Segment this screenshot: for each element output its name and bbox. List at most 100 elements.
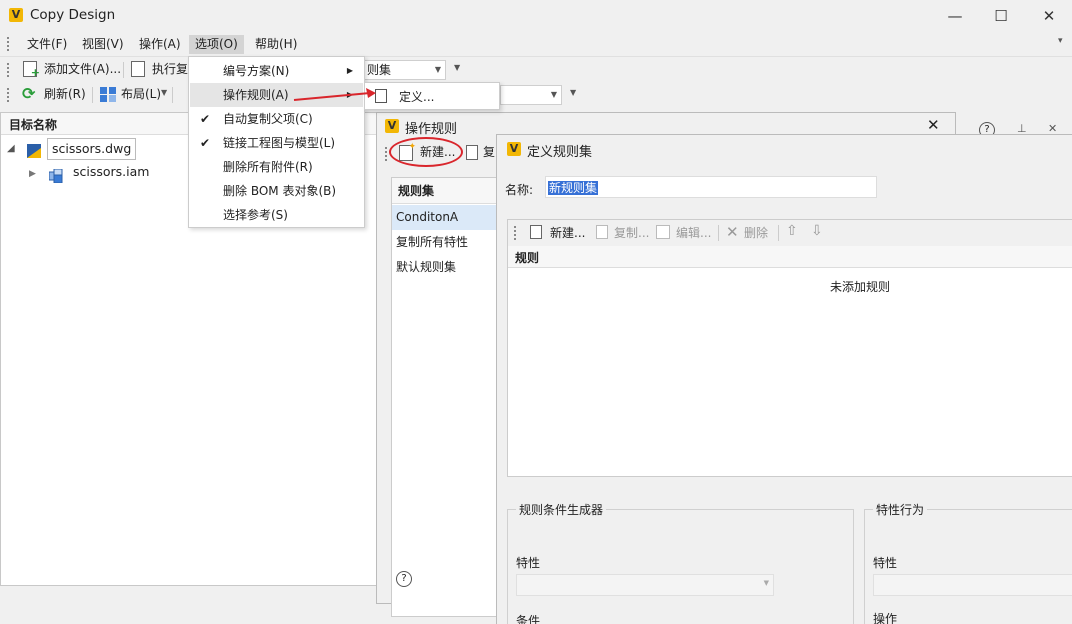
separator (92, 87, 93, 103)
list-item[interactable]: ConditonA (392, 205, 498, 230)
tree-item-label: scissors.iam (73, 164, 150, 179)
app-logo-icon: V (385, 119, 399, 133)
chevron-down-icon: ▼ (763, 579, 769, 587)
help-icon[interactable]: ? (396, 571, 412, 587)
copy-ruleset-button[interactable]: 复 (483, 141, 495, 163)
app-logo-icon: V (507, 142, 521, 156)
drawing-file-icon (27, 142, 41, 158)
menu-item-label: 编号方案(N) (223, 64, 290, 78)
overflow-chevron-icon[interactable]: ▾ (1058, 36, 1063, 46)
menu-item-remove-bom[interactable]: 删除 BOM 表对象(B) (190, 179, 363, 203)
property-select[interactable] (873, 574, 1072, 596)
overflow-chevron-icon[interactable]: ▼ (454, 63, 460, 72)
checkmark-icon: ✔ (200, 112, 211, 126)
checkmark-icon: ✔ (200, 136, 211, 150)
menu-item-define[interactable]: 定义... (399, 88, 434, 105)
property-label: 特性 (516, 556, 541, 570)
menu-item-label: 删除所有附件(R) (223, 160, 313, 174)
menu-file[interactable]: 文件(F) (21, 35, 73, 54)
edit-icon (656, 225, 670, 239)
list-item[interactable]: 默认规则集 (392, 255, 498, 280)
menu-item-auto-copy-parent[interactable]: ✔ 自动复制父项(C) (190, 107, 363, 131)
copy-icon (466, 145, 478, 160)
grip-handle[interactable] (7, 63, 10, 77)
menu-item-remove-attachments[interactable]: 删除所有附件(R) (190, 155, 363, 179)
property-select[interactable]: ▼ (516, 574, 774, 596)
dialog-close-button[interactable]: ✕ (927, 116, 940, 134)
condition-label: 条件 (516, 614, 541, 624)
list-header: 规则集 (392, 178, 498, 204)
menu-item-label: 操作规则(A) (223, 88, 289, 102)
group-title: 规则条件生成器 (516, 501, 607, 518)
menu-view[interactable]: 视图(V) (76, 35, 130, 54)
rules-header: 规则 (508, 246, 1072, 268)
property-behavior-group: 特性行为 特性 操作 (864, 501, 1072, 624)
annotation-circle (389, 137, 463, 167)
menu-item-numbering[interactable]: 编号方案(N) ▶ (190, 59, 363, 83)
menu-item-select-reference[interactable]: 选择参考(S) (190, 203, 363, 227)
add-file-icon: + (23, 61, 40, 79)
title-bar: V Copy Design — ☐ ✕ (0, 0, 1072, 32)
chevron-down-icon: ▼ (550, 90, 557, 99)
new-rule-icon (530, 225, 542, 239)
app-logo-icon: V (9, 8, 23, 22)
copy-rule-button[interactable]: 复制... (614, 222, 649, 244)
options-dropdown: 编号方案(N) ▶ 操作规则(A) ▶ ✔ 自动复制父项(C) ✔ 链接工程图与… (188, 56, 365, 228)
submenu-arrow-icon: ▶ (346, 66, 353, 75)
name-label: 名称: (505, 183, 534, 197)
action-label: 操作 (873, 612, 898, 624)
overflow-chevron-icon[interactable]: ▼ (570, 88, 576, 97)
move-down-icon[interactable]: ⇩ (811, 223, 823, 239)
menu-item-link-drawing[interactable]: ✔ 链接工程图与模型(L) (190, 131, 363, 155)
grip-handle[interactable] (514, 226, 517, 240)
name-input[interactable]: 新规则集 (545, 176, 877, 198)
minimize-button[interactable]: — (945, 6, 965, 26)
property-label: 特性 (873, 556, 898, 570)
grip-handle[interactable] (7, 37, 10, 51)
dialog-title: 定义规则集 (527, 145, 593, 160)
grip-handle[interactable] (7, 88, 10, 102)
delete-icon: ✕ (726, 223, 739, 241)
secondary-combo[interactable]: ▼ (500, 85, 562, 105)
assembly-file-icon (48, 167, 63, 184)
add-files-button[interactable]: 添加文件(A)... (44, 58, 121, 80)
annotation-arrow (293, 88, 376, 101)
refresh-button[interactable]: 刷新(R) (44, 83, 86, 105)
empty-rules-text: 未添加规则 (829, 280, 890, 294)
delete-rule-button[interactable]: 删除 (744, 222, 768, 244)
maximize-button[interactable]: ☐ (991, 6, 1011, 26)
operation-rules-submenu: 定义... (364, 82, 500, 110)
refresh-icon: ⟳ (22, 84, 36, 103)
layout-button[interactable]: 布局(L) (121, 83, 161, 105)
chevron-down-icon[interactable]: ▼ (161, 88, 167, 97)
execute-copy-icon (131, 61, 145, 77)
grip-handle[interactable] (385, 147, 388, 161)
copy-icon (596, 225, 608, 239)
move-up-icon[interactable]: ⇧ (786, 223, 798, 239)
menu-item-label: 选择参考(S) (223, 208, 288, 222)
separator (778, 225, 779, 241)
separator (172, 87, 173, 103)
define-ruleset-dialog: V 定义规则集 名称: 新规则集 新建... 复制... 编辑... ✕ 删除 … (496, 134, 1072, 624)
menu-bar: 文件(F) 视图(V) 操作(A) 选项(O) 帮助(H) ▾ (0, 32, 1072, 56)
menu-actions[interactable]: 操作(A) (133, 35, 187, 54)
window-title: Copy Design (30, 7, 116, 23)
rules-toolbar: 新建... 复制... 编辑... ✕ 删除 ⇧ ⇩ (508, 220, 1072, 246)
menu-help[interactable]: 帮助(H) (249, 35, 303, 54)
execute-copy-button[interactable]: 执行复 (152, 58, 188, 80)
list-item[interactable]: 复制所有特性 (392, 230, 498, 255)
ruleset-combo-value: 则集 (367, 63, 392, 77)
menu-options[interactable]: 选项(O) (189, 35, 244, 54)
ruleset-list: 规则集 ConditonA 复制所有特性 默认规则集 (391, 177, 499, 617)
collapse-arrow-icon[interactable]: ▶ (29, 162, 36, 186)
edit-rule-button[interactable]: 编辑... (676, 222, 711, 244)
chevron-down-icon: ▼ (434, 65, 441, 74)
ruleset-combo[interactable]: 则集 ▼ (362, 60, 446, 80)
expand-arrow-icon[interactable]: ◢ (7, 137, 15, 161)
menu-item-label: 链接工程图与模型(L) (223, 136, 336, 150)
toolbar-top: + 添加文件(A)... 执行复 则集 ▼ ▼ (0, 56, 1072, 82)
new-rule-button[interactable]: 新建... (550, 222, 585, 244)
layout-icon (100, 87, 116, 102)
menu-item-label: 删除 BOM 表对象(B) (223, 184, 337, 198)
close-button[interactable]: ✕ (1039, 6, 1059, 26)
